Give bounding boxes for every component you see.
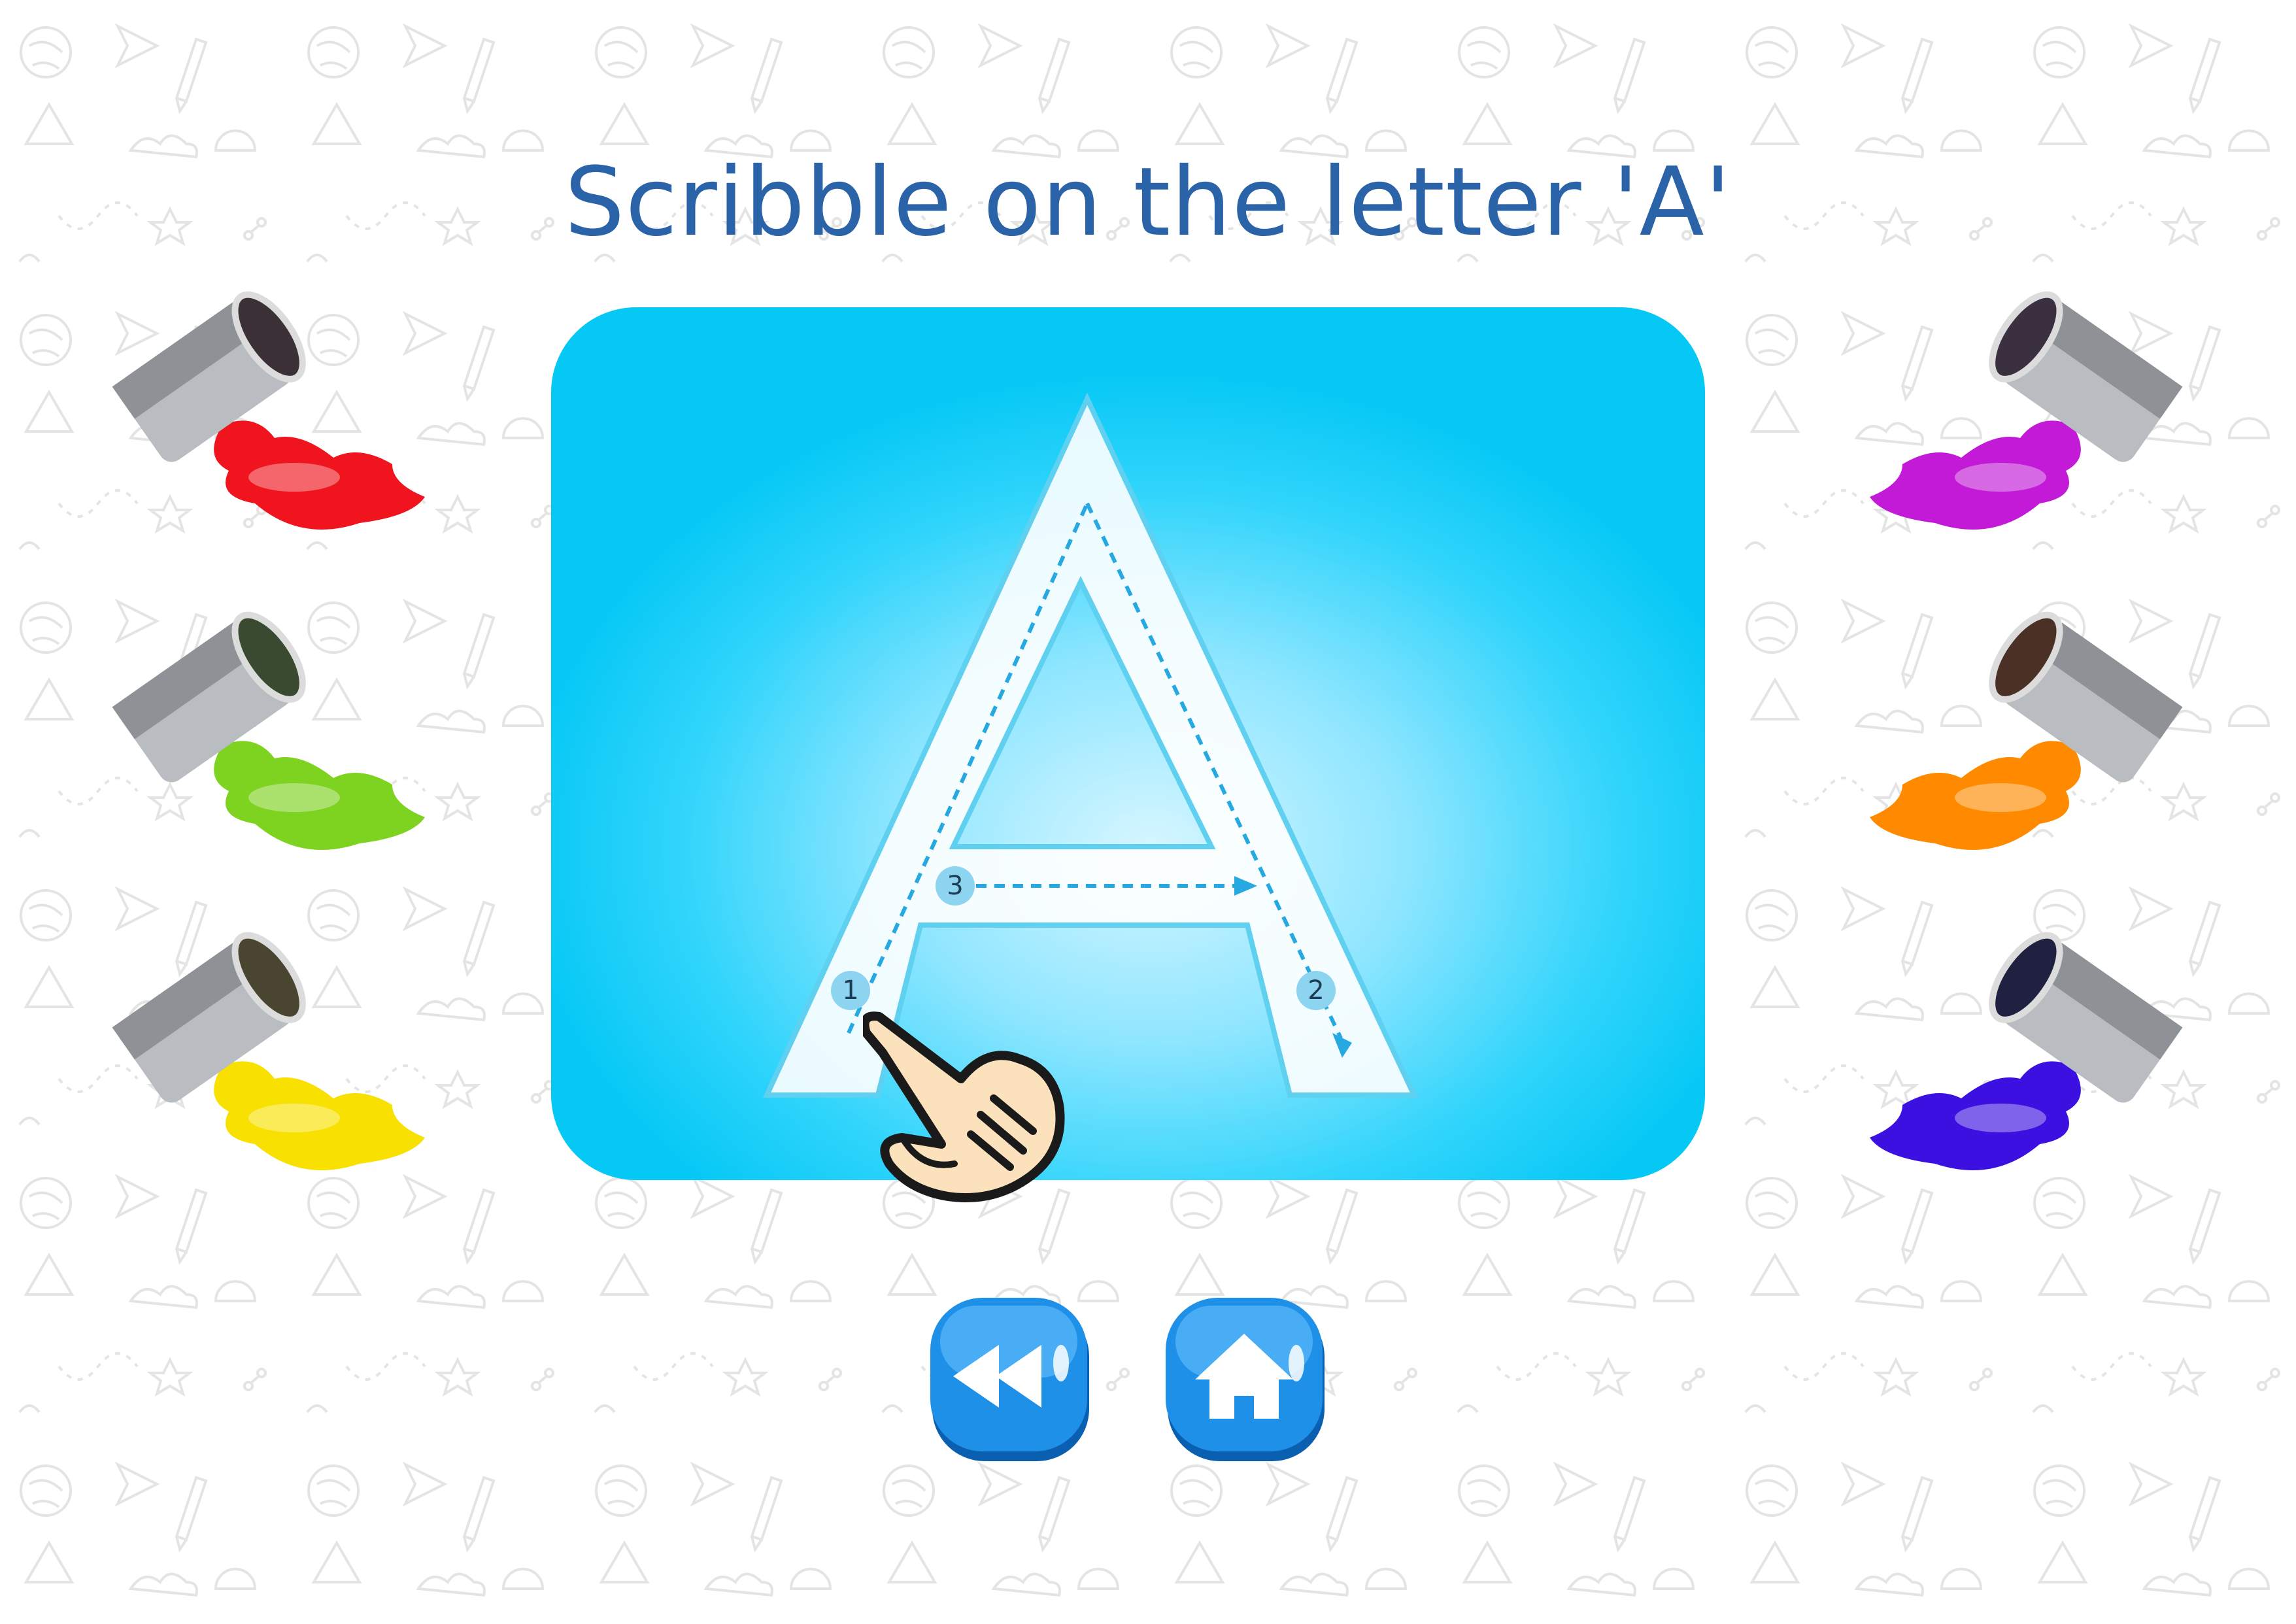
paint-can-violet[interactable] bbox=[1870, 922, 2210, 1203]
letter-outline bbox=[762, 392, 1419, 1098]
stroke-number-3: 3 bbox=[936, 866, 975, 905]
paint-can-magenta[interactable] bbox=[1870, 281, 2210, 562]
stroke-number-2: 2 bbox=[1296, 971, 1336, 1010]
paint-can-yellow[interactable] bbox=[85, 922, 425, 1203]
paint-can-orange[interactable] bbox=[1870, 601, 2210, 883]
paint-can-green[interactable] bbox=[85, 601, 425, 883]
page-title: Scribble on the letter 'A' bbox=[564, 147, 1732, 258]
paint-can-red[interactable] bbox=[85, 281, 425, 562]
pointing-hand-icon bbox=[863, 1011, 1065, 1202]
tracing-board[interactable]: 1 2 3 bbox=[551, 307, 1705, 1180]
rewind-button[interactable] bbox=[927, 1298, 1094, 1464]
home-button[interactable] bbox=[1162, 1298, 1329, 1464]
